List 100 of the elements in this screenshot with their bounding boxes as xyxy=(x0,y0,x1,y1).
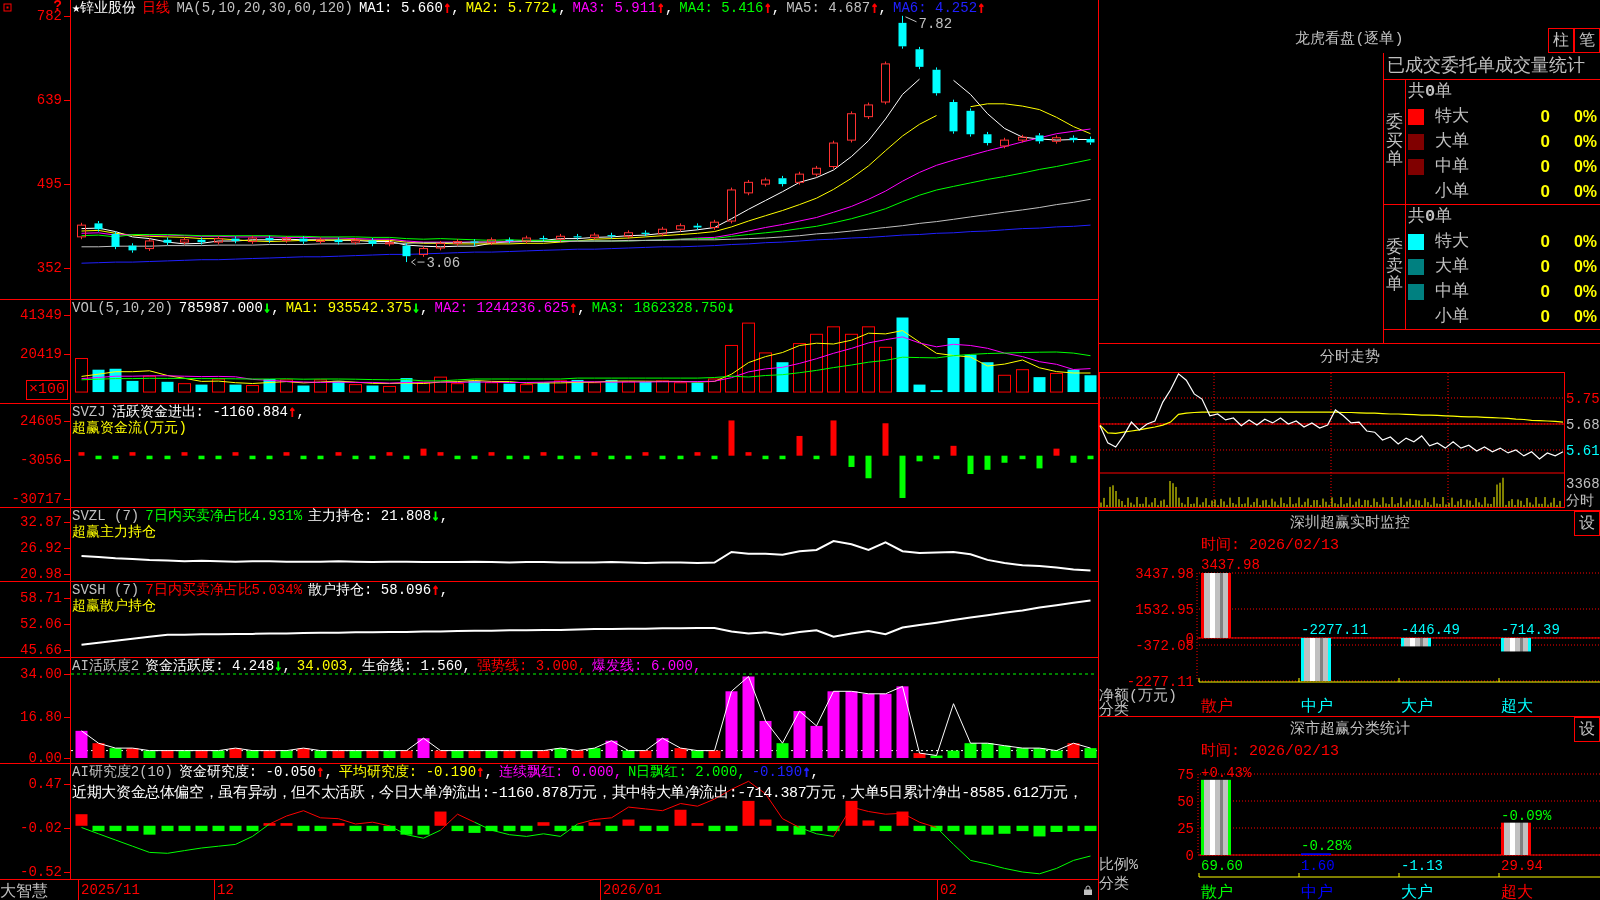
change-label: -0.28% xyxy=(1301,838,1352,855)
indicator-text: 连续飘红: 0.000, xyxy=(498,764,623,780)
indicator-text: SVZL (7) xyxy=(72,508,140,524)
change-label: +0.43% xyxy=(1201,764,1252,781)
indicator-title: 超赢资金流(万元) xyxy=(72,420,187,436)
axis-label: 0 xyxy=(1185,848,1194,864)
time-label: 时间: 2026/02/13 xyxy=(1201,742,1340,761)
axis-label: 639 xyxy=(36,92,62,107)
order-size-label: 特大 xyxy=(1435,231,1469,252)
date-label: 12 xyxy=(214,880,234,900)
panel-title: 深圳超赢实时监控 xyxy=(1289,514,1410,533)
order-share: 0% xyxy=(1573,131,1597,152)
axis-label: 16.80 xyxy=(20,709,62,724)
date-label: 02 xyxy=(937,880,957,900)
order-size-label: 中单 xyxy=(1435,281,1469,302)
value-label: 1.60 xyxy=(1301,858,1335,874)
order-count: 0 xyxy=(1540,281,1550,302)
indicator-text: 785987.000↓, xyxy=(178,300,280,316)
axis-label: -30717 xyxy=(11,492,62,506)
price-label: 5.68 xyxy=(1566,417,1600,433)
panel-title: 深市超赢分类统计 xyxy=(1289,720,1410,739)
indicator-title: 超赢主力持仓 xyxy=(72,524,156,540)
axis-label: 26.92 xyxy=(20,541,62,555)
indicator-text: SVSH (7) xyxy=(72,582,140,598)
price-label: 5.75 xyxy=(1566,391,1600,407)
indicator-text: 平均研究度: -0.190↑, xyxy=(338,764,493,780)
value-label: 3437.98 xyxy=(1201,557,1260,573)
axis-label: 352 xyxy=(36,260,62,275)
volume-label: 3368 xyxy=(1566,476,1600,492)
axis-label: -0.52 xyxy=(20,864,62,879)
indicator-text: MA3: 5.911↑, xyxy=(572,0,674,16)
axis-label: 495 xyxy=(36,177,62,192)
value-label: -714.39 xyxy=(1501,621,1560,638)
indicator-text: 强势线: 3.000, xyxy=(476,658,587,674)
axis-label: 41349 xyxy=(20,308,62,322)
category-label: 散户 xyxy=(1201,884,1233,900)
indicator-text: MA2: 5.772↓, xyxy=(465,0,567,16)
category-label: 超大 xyxy=(1501,698,1533,716)
order-size-label: 小单 xyxy=(1435,306,1469,327)
axis-caption: 分时 xyxy=(1566,493,1594,509)
indicator-text: MA3: 1862328.750↓ xyxy=(591,300,735,316)
axis-label: -3056 xyxy=(20,453,62,467)
value-label: -1.13 xyxy=(1401,858,1443,874)
order-share: 0% xyxy=(1573,281,1597,302)
category-label: 中户 xyxy=(1301,698,1333,716)
indicator-text: 34.003, xyxy=(296,658,356,674)
axis-label: 0.00 xyxy=(28,751,62,765)
price-label: 3.06 xyxy=(426,255,461,272)
price-label: 5.61 xyxy=(1566,443,1600,459)
axis-label: 1532.95 xyxy=(1135,602,1194,618)
indicator-text: MA(5,10,20,30,60,120) xyxy=(176,0,353,16)
indicator-text: SVZJ xyxy=(72,404,106,420)
indicator-text: 活跃资金进出: -1160.884↑, xyxy=(111,404,305,420)
order-size-label: 特大 xyxy=(1435,106,1469,127)
indicator-text: 资金研究度: -0.050↑, xyxy=(178,764,333,780)
order-share: 0% xyxy=(1573,256,1597,277)
order-count: 0 xyxy=(1540,306,1550,327)
axis-label: 20.98 xyxy=(20,567,62,581)
order-share: 0% xyxy=(1573,306,1597,327)
order-share: 0% xyxy=(1573,231,1597,252)
axis-label: -0.02 xyxy=(20,820,62,835)
axis-label: 75 xyxy=(1177,767,1194,783)
order-count: 0 xyxy=(1540,256,1550,277)
indicator-text: VOL(5,10,20) xyxy=(72,300,173,316)
indicator-text: N日飘红: 2.000, xyxy=(628,764,746,780)
stats-title: 已成交委托单成交量统计 xyxy=(1387,56,1585,76)
category-label: 大户 xyxy=(1401,884,1433,900)
category-label: 散户 xyxy=(1201,698,1233,716)
axis-label: 25 xyxy=(1177,821,1194,837)
order-size-label: 大单 xyxy=(1435,256,1469,277)
order-count: 0 xyxy=(1540,156,1550,177)
order-size-label: 中单 xyxy=(1435,156,1469,177)
order-total: 共0单 xyxy=(1408,207,1453,227)
indicator-text: MA6: 4.252↑ xyxy=(893,0,986,16)
indicator-text: MA1: 935542.375↓, xyxy=(285,300,429,316)
time-label: 时间: 2026/02/13 xyxy=(1201,536,1340,555)
order-share: 0% xyxy=(1573,181,1597,202)
unit-label: ×100 xyxy=(26,380,68,400)
order-size-label: 小单 xyxy=(1435,181,1469,202)
axis-label: 50 xyxy=(1177,794,1194,810)
axis-label: 3437.98 xyxy=(1135,566,1194,582)
date-label: 2026/01 xyxy=(600,880,662,900)
axis-title: 分类 xyxy=(1099,876,1129,893)
indicator-title: 超赢散户持仓 xyxy=(72,598,156,614)
indicator-text: MA2: 1244236.625↑, xyxy=(434,300,586,316)
indicator-text: 生命线: 1.560, xyxy=(361,658,471,674)
axis-label: 32.87 xyxy=(20,515,62,529)
indicator-text: -0.190↑, xyxy=(751,764,819,780)
value-label: 29.94 xyxy=(1501,858,1543,874)
order-count: 0 xyxy=(1540,181,1550,202)
indicator-text: 7日内买卖净占比5.034% xyxy=(145,582,303,598)
indicator-text: MA1: 5.660↑, xyxy=(358,0,460,16)
axis-label: 20419 xyxy=(20,347,62,361)
order-share: 0% xyxy=(1573,156,1597,177)
price-label: 7.82 xyxy=(918,15,953,32)
indicator-text: 散户持仓: 58.096↑, xyxy=(308,582,449,598)
panel-title: 龙虎看盘(逐单) xyxy=(1295,31,1404,49)
value-label: -446.49 xyxy=(1401,621,1460,638)
indicator-text: 爆发线: 6.000, xyxy=(592,658,702,674)
indicator-text: AI活跃度2 xyxy=(72,658,140,674)
